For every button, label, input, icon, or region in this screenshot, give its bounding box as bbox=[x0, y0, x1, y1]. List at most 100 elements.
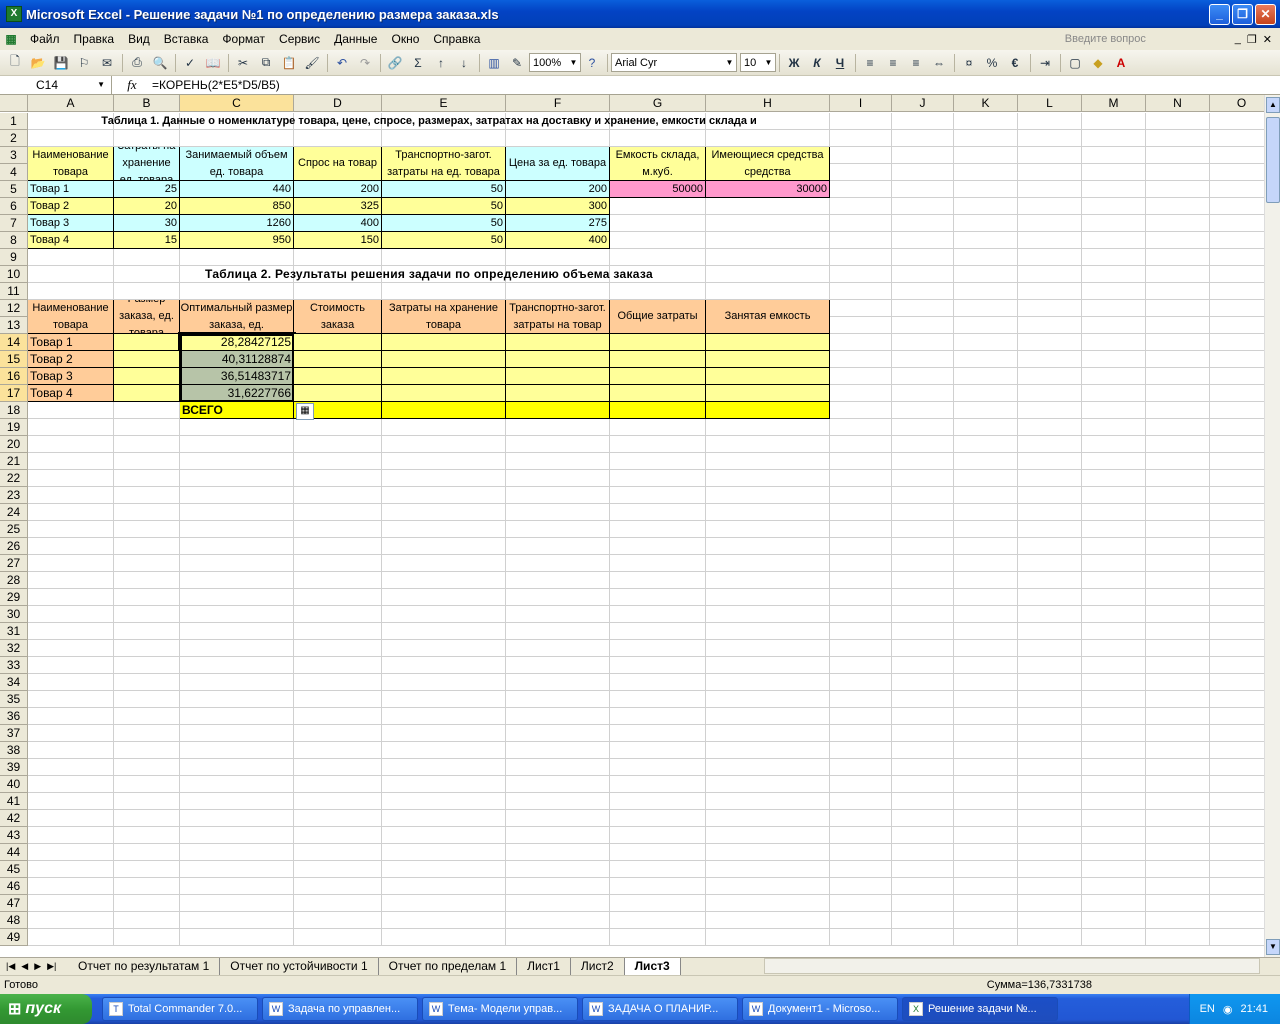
cell[interactable] bbox=[1082, 402, 1146, 419]
cell[interactable] bbox=[610, 657, 706, 674]
cell[interactable] bbox=[1146, 606, 1210, 623]
cell[interactable] bbox=[382, 929, 506, 946]
cell[interactable] bbox=[706, 436, 830, 453]
cell[interactable] bbox=[954, 504, 1018, 521]
cell[interactable] bbox=[180, 453, 294, 470]
row-header-35[interactable]: 35 bbox=[0, 691, 28, 708]
cell[interactable] bbox=[1210, 844, 1264, 861]
column-header-j[interactable]: J bbox=[892, 95, 954, 112]
euro-button[interactable]: € bbox=[1004, 52, 1026, 74]
cell[interactable] bbox=[1146, 487, 1210, 504]
cell[interactable] bbox=[382, 487, 506, 504]
table1-product-name[interactable]: Товар 1 bbox=[28, 181, 114, 198]
cell[interactable] bbox=[892, 215, 954, 232]
result-cell[interactable] bbox=[382, 334, 506, 351]
cell[interactable] bbox=[1082, 810, 1146, 827]
cell[interactable] bbox=[706, 895, 830, 912]
save-icon[interactable]: 💾 bbox=[50, 52, 72, 74]
cell[interactable] bbox=[1082, 368, 1146, 385]
cell[interactable] bbox=[382, 623, 506, 640]
cell[interactable] bbox=[1146, 572, 1210, 589]
cell[interactable] bbox=[830, 759, 892, 776]
permission-icon[interactable]: ⚐ bbox=[73, 52, 95, 74]
cell[interactable] bbox=[1018, 470, 1082, 487]
cell[interactable] bbox=[1018, 215, 1082, 232]
cell[interactable] bbox=[28, 436, 114, 453]
cell[interactable] bbox=[1210, 759, 1264, 776]
cell[interactable] bbox=[610, 810, 706, 827]
cell[interactable] bbox=[506, 929, 610, 946]
cell[interactable] bbox=[294, 623, 382, 640]
cell[interactable] bbox=[1018, 674, 1082, 691]
row-header-15[interactable]: 15 bbox=[0, 351, 28, 368]
cell[interactable] bbox=[180, 521, 294, 538]
cell[interactable] bbox=[28, 844, 114, 861]
cell[interactable] bbox=[1082, 572, 1146, 589]
row-header-32[interactable]: 32 bbox=[0, 640, 28, 657]
cell[interactable] bbox=[706, 453, 830, 470]
cell[interactable] bbox=[1146, 130, 1210, 147]
row-header-1[interactable]: 1 bbox=[0, 113, 28, 130]
cell[interactable] bbox=[382, 861, 506, 878]
row-header-3[interactable]: 3 bbox=[0, 147, 28, 164]
task-total-commander[interactable]: T Total Commander 7.0... bbox=[102, 997, 258, 1021]
cell[interactable] bbox=[954, 283, 1018, 300]
cell[interactable] bbox=[114, 130, 180, 147]
row-header-11[interactable]: 11 bbox=[0, 283, 28, 300]
column-header-g[interactable]: G bbox=[610, 95, 706, 112]
cell[interactable] bbox=[506, 657, 610, 674]
cell[interactable] bbox=[114, 708, 180, 725]
cell[interactable] bbox=[1018, 657, 1082, 674]
cell[interactable] bbox=[1018, 538, 1082, 555]
cell[interactable] bbox=[1018, 623, 1082, 640]
cell[interactable] bbox=[610, 504, 706, 521]
cell[interactable] bbox=[1210, 470, 1264, 487]
cell[interactable] bbox=[706, 606, 830, 623]
research-icon[interactable]: 📖 bbox=[202, 52, 224, 74]
cell[interactable] bbox=[1082, 844, 1146, 861]
cell[interactable] bbox=[954, 164, 1018, 181]
cell[interactable] bbox=[1082, 334, 1146, 351]
cell[interactable] bbox=[892, 249, 954, 266]
cell[interactable] bbox=[830, 283, 892, 300]
cell[interactable] bbox=[892, 300, 954, 317]
row-header-5[interactable]: 5 bbox=[0, 181, 28, 198]
cell[interactable] bbox=[1082, 249, 1146, 266]
cell[interactable] bbox=[610, 283, 706, 300]
new-icon[interactable]: 🗋 bbox=[4, 52, 26, 74]
cell[interactable] bbox=[1210, 538, 1264, 555]
cell[interactable] bbox=[1210, 453, 1264, 470]
prev-sheet-icon[interactable]: ◀ bbox=[21, 961, 28, 972]
row-header-13[interactable]: 13 bbox=[0, 317, 28, 334]
row-header-29[interactable]: 29 bbox=[0, 589, 28, 606]
cell[interactable] bbox=[830, 793, 892, 810]
cell[interactable] bbox=[830, 555, 892, 572]
cell[interactable] bbox=[1146, 623, 1210, 640]
table2-header-3[interactable]: Оптимальный размер заказа, ед. bbox=[180, 300, 294, 334]
cell[interactable] bbox=[954, 266, 1018, 283]
cell[interactable] bbox=[1082, 215, 1146, 232]
cell[interactable] bbox=[1018, 793, 1082, 810]
cell[interactable] bbox=[506, 878, 610, 895]
menu-data[interactable]: Данные bbox=[327, 29, 384, 49]
cell[interactable] bbox=[294, 708, 382, 725]
cell[interactable] bbox=[180, 589, 294, 606]
cell[interactable] bbox=[506, 759, 610, 776]
cell[interactable] bbox=[114, 844, 180, 861]
vertical-scrollbar[interactable]: ▲ ▼ bbox=[1264, 95, 1280, 957]
cell[interactable] bbox=[1018, 912, 1082, 929]
cell[interactable] bbox=[506, 419, 610, 436]
cell[interactable] bbox=[506, 708, 610, 725]
cell[interactable] bbox=[114, 674, 180, 691]
cell[interactable] bbox=[830, 606, 892, 623]
row-header-33[interactable]: 33 bbox=[0, 657, 28, 674]
cell[interactable] bbox=[830, 623, 892, 640]
cell[interactable] bbox=[1146, 691, 1210, 708]
cell[interactable] bbox=[28, 691, 114, 708]
cell[interactable] bbox=[892, 640, 954, 657]
tab-results-report[interactable]: Отчет по результатам 1 bbox=[68, 958, 221, 975]
cell[interactable] bbox=[610, 487, 706, 504]
cell[interactable] bbox=[706, 198, 830, 215]
cell[interactable] bbox=[28, 453, 114, 470]
cell[interactable] bbox=[28, 895, 114, 912]
